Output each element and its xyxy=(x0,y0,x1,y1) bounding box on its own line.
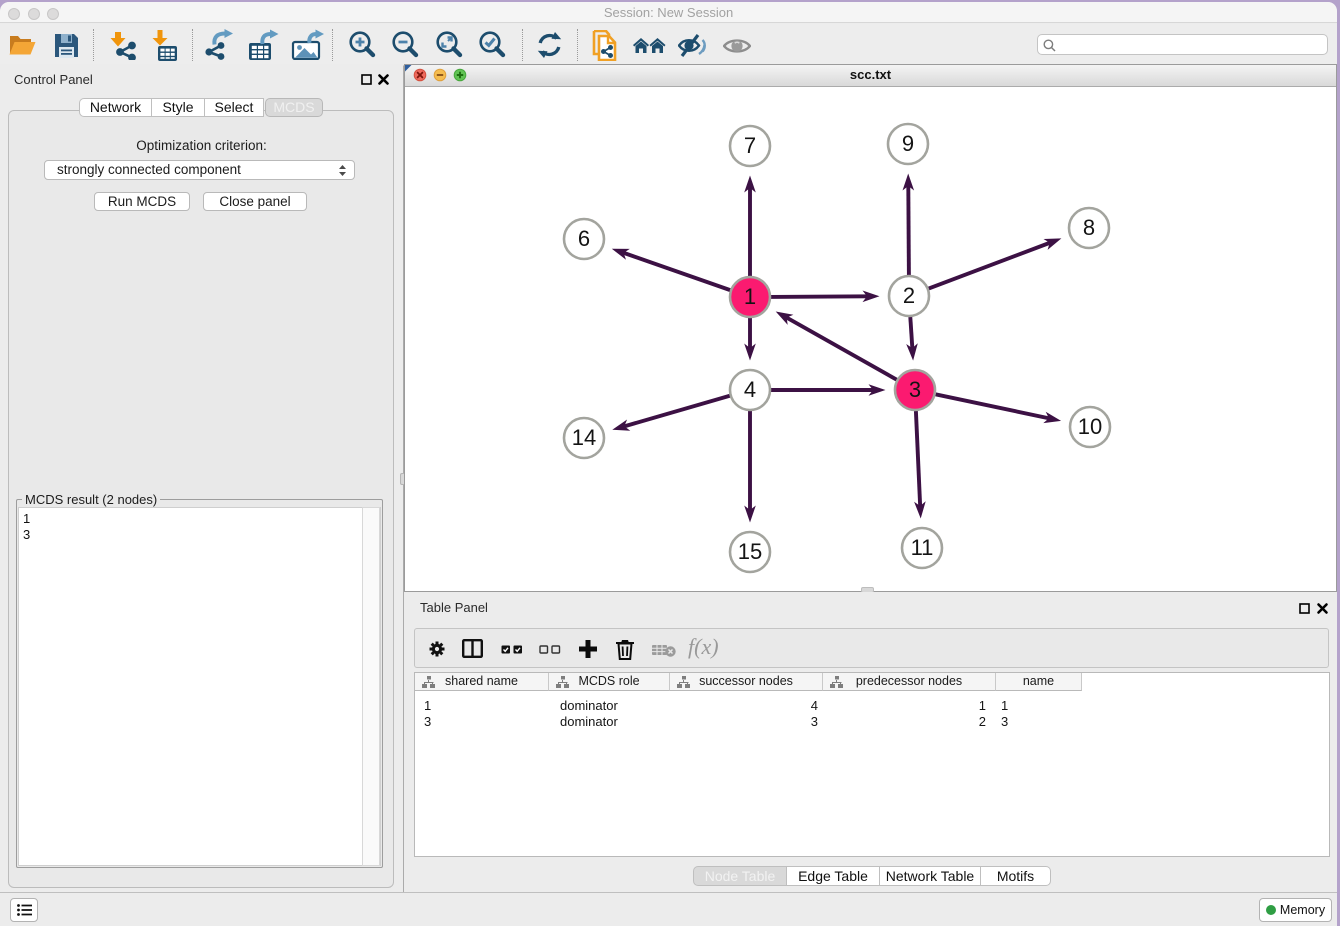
svg-text:10: 10 xyxy=(1078,414,1102,439)
svg-text:11: 11 xyxy=(911,535,934,560)
svg-text:14: 14 xyxy=(572,425,596,450)
svg-text:2: 2 xyxy=(903,283,915,308)
svg-text:15: 15 xyxy=(738,539,762,564)
svg-text:1: 1 xyxy=(744,284,756,309)
svg-text:3: 3 xyxy=(909,377,921,402)
svg-text:6: 6 xyxy=(578,226,590,251)
svg-text:4: 4 xyxy=(744,377,756,402)
svg-text:9: 9 xyxy=(902,131,914,156)
svg-text:8: 8 xyxy=(1083,215,1095,240)
svg-text:7: 7 xyxy=(744,133,756,158)
